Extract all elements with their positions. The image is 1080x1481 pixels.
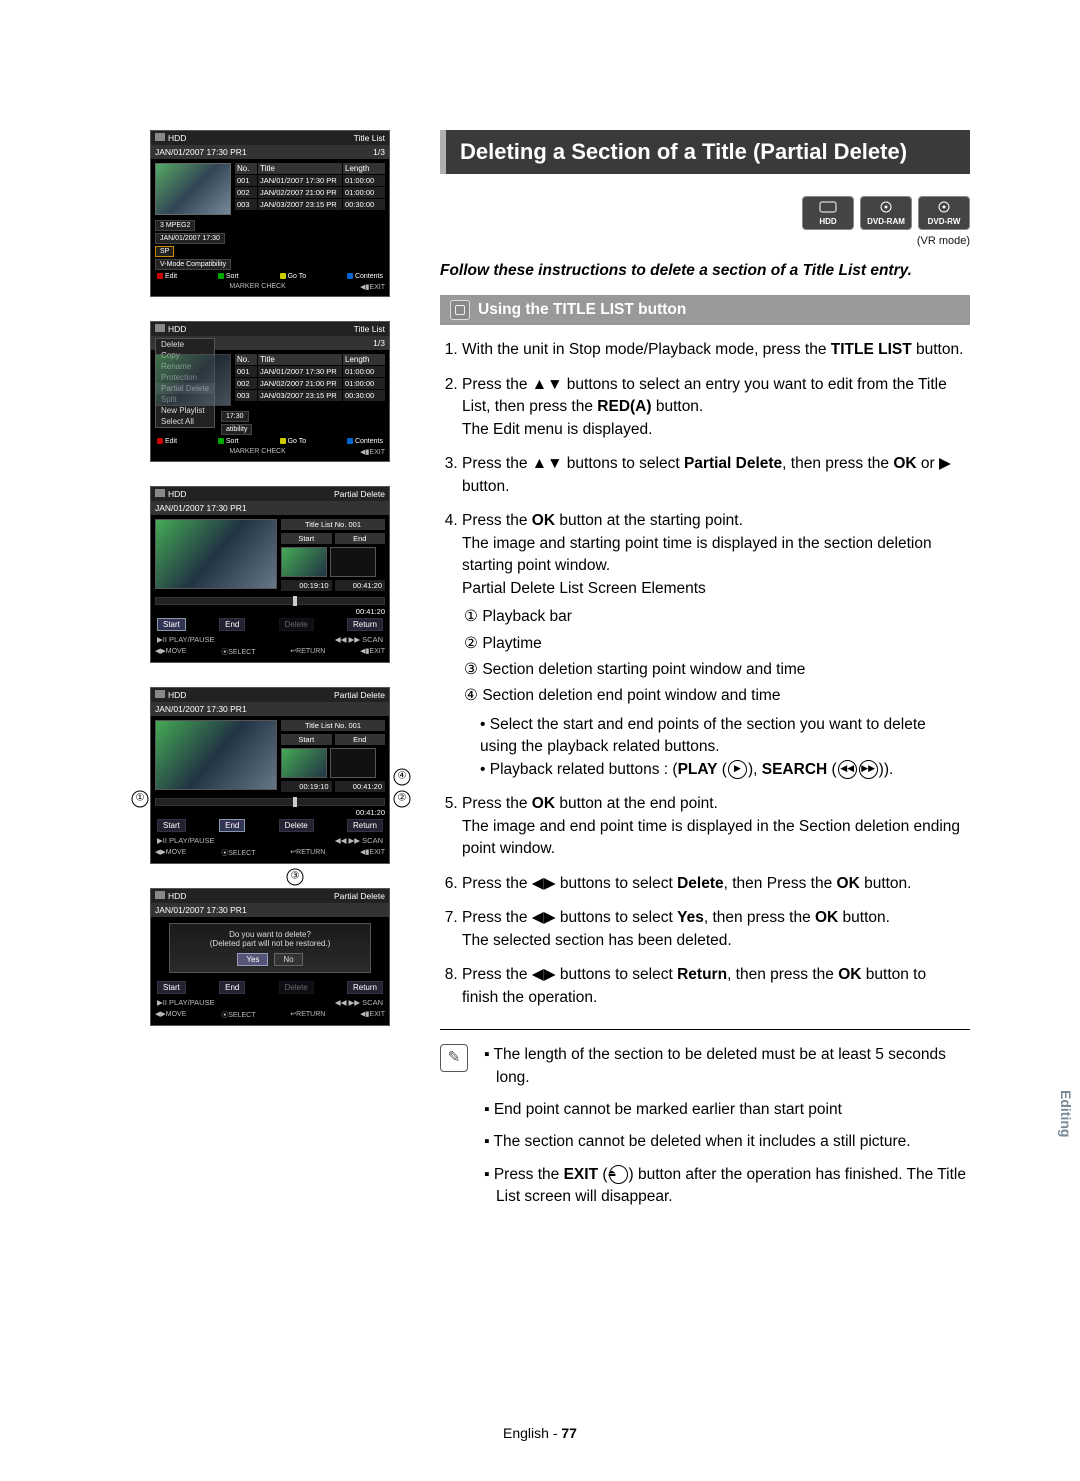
- play-icon: ▶: [728, 760, 747, 779]
- disc-icon: [155, 133, 165, 141]
- elem-3: ③ Section deletion starting point window…: [464, 659, 966, 681]
- edit-btn: Edit: [155, 273, 179, 280]
- section-heading: Deleting a Section of a Title (Partial D…: [440, 130, 970, 174]
- delete-dialog: Do you want to delete? (Deleted part wil…: [169, 923, 371, 973]
- dialog-warning: (Deleted part will not be restored.): [176, 939, 364, 948]
- pd-start-btn: Start: [157, 618, 186, 631]
- step-8: Press the ◀▶ buttons to select Return, t…: [462, 964, 966, 1009]
- dialog-no: No: [274, 953, 302, 966]
- screen-partial-delete-1: HDDPartial Delete JAN/01/2007 17:30 PR1 …: [150, 486, 390, 663]
- left-screenshot-column: HDD Title List JAN/01/2007 17:30 PR1 1/3…: [150, 130, 390, 1219]
- elem-2: ② Playtime: [464, 633, 966, 655]
- pd-end-btn: End: [219, 618, 245, 631]
- step-4: Press the OK button at the starting poin…: [462, 510, 966, 781]
- pd-return-btn: Return: [347, 618, 383, 631]
- col-no: No.: [235, 163, 257, 174]
- screen-title-list: HDD Title List JAN/01/2007 17:30 PR1 1/3…: [150, 130, 390, 297]
- contents-btn: Contents: [345, 273, 385, 280]
- using-title-bar: Using the TITLE LIST button: [440, 295, 970, 325]
- dialog-yes: Yes: [237, 953, 268, 966]
- callout-4: ④: [394, 769, 411, 786]
- count-label: 1/3: [373, 147, 385, 157]
- badge-dvd-rw: DVD-RW: [918, 196, 970, 231]
- steps-list: With the unit in Stop mode/Playback mode…: [440, 339, 970, 1009]
- callout-1: ①: [132, 791, 149, 808]
- note-2: End point cannot be marked earlier than …: [484, 1099, 970, 1121]
- pd-end-thumb: [330, 547, 376, 577]
- menu-select-all: Select All: [156, 416, 214, 427]
- preview-thumb: [155, 163, 231, 215]
- badge-hdd: HDD: [802, 196, 854, 231]
- note-icon: ✎: [440, 1044, 468, 1072]
- notes-block: ✎ The length of the section to be delete…: [440, 1044, 970, 1219]
- dialog-question: Do you want to delete?: [176, 930, 364, 939]
- badge-dvd-ram: DVD-RAM: [860, 196, 912, 231]
- search-fwd-icon: ▶▶: [859, 760, 878, 779]
- step4-sub1: Select the start and end points of the s…: [480, 714, 966, 759]
- lead-instruction: Follow these instructions to delete a se…: [440, 260, 970, 282]
- hdd-label: HDD: [168, 133, 186, 143]
- col-length: Length: [343, 163, 385, 174]
- callout-2: ②: [394, 791, 411, 808]
- step-1: With the unit in Stop mode/Playback mode…: [462, 339, 966, 361]
- step-6: Press the ◀▶ buttons to select Delete, t…: [462, 873, 966, 895]
- step-5: Press the OK button at the end point.The…: [462, 793, 966, 860]
- elem-1: ① Playback bar: [464, 606, 966, 628]
- elem-4: ④ Section deletion end point window and …: [464, 685, 966, 707]
- goto-btn: Go To: [278, 273, 309, 280]
- page-footer: English - 77: [0, 1425, 1080, 1441]
- screen-delete-confirm: HDDPartial Delete JAN/01/2007 17:30 PR1 …: [150, 888, 390, 1026]
- pd-start-thumb: [281, 547, 327, 577]
- note-4: Press the EXIT (⏏) button after the oper…: [484, 1164, 970, 1209]
- screen-edit-menu: HDD Title List x 1/3 Delete Copy Rename …: [150, 321, 390, 462]
- sort-btn: Sort: [216, 273, 241, 280]
- screen-partial-delete-annotated: HDDPartial Delete JAN/01/2007 17:30 PR1 …: [150, 687, 390, 864]
- using-title-label: Using the TITLE LIST button: [478, 299, 686, 321]
- right-content-column: Deleting a Section of a Title (Partial D…: [440, 130, 970, 1219]
- col-title: Title: [258, 163, 342, 174]
- compat-badges: HDD DVD-RAM DVD-RW: [440, 196, 970, 231]
- date-label: JAN/01/2007 17:30 PR1: [155, 147, 247, 157]
- pd-main-preview: [155, 519, 277, 589]
- vr-mode-note: (VR mode): [440, 234, 970, 250]
- note-3: The section cannot be deleted when it in…: [484, 1131, 970, 1153]
- side-tab-editing: Editing: [1058, 1090, 1074, 1137]
- menu-new-playlist: New Playlist: [156, 405, 214, 416]
- step4-sub2: Playback related buttons : (PLAY (▶), SE…: [480, 759, 966, 781]
- callout-3: ③: [287, 869, 304, 886]
- screen-title: Title List: [354, 133, 385, 143]
- search-rev-icon: ◀◀: [838, 760, 857, 779]
- remote-icon: [450, 300, 470, 320]
- pd-delete-btn: Delete: [279, 618, 314, 631]
- exit-icon: ⏏: [609, 1165, 628, 1184]
- step-2: Press the ▲▼ buttons to select an entry …: [462, 374, 966, 441]
- step-7: Press the ◀▶ buttons to select Yes, then…: [462, 907, 966, 952]
- note-1: The length of the section to be deleted …: [484, 1044, 970, 1089]
- menu-delete: Delete: [156, 339, 214, 350]
- step-3: Press the ▲▼ buttons to select Partial D…: [462, 453, 966, 498]
